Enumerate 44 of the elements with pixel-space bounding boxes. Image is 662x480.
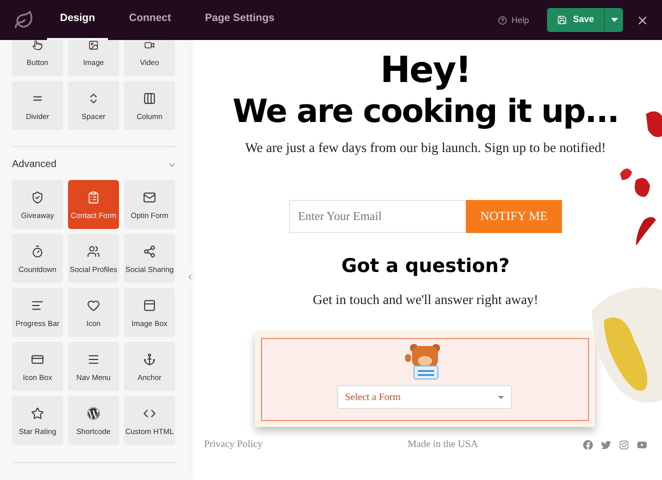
youtube-icon[interactable] (636, 440, 647, 450)
block-icon (87, 244, 100, 258)
block-icon (143, 92, 156, 104)
facebook-icon[interactable] (582, 440, 593, 450)
logo-icon (14, 10, 34, 30)
nav-tab[interactable]: Connect (116, 0, 184, 40)
section-title: Advanced (12, 158, 56, 172)
block-icon (87, 298, 100, 312)
help-link[interactable]: Help (498, 14, 529, 26)
block-icon (87, 190, 100, 204)
instagram-icon[interactable] (618, 440, 629, 450)
section-heading: Got a question? (341, 254, 510, 280)
block-icon (31, 190, 44, 204)
block-icon (143, 244, 156, 258)
save-icon (556, 15, 567, 25)
save-button[interactable]: Save (546, 8, 604, 32)
block-icon (143, 352, 156, 366)
headline: We are cooking it up... (232, 91, 618, 131)
email-field[interactable]: Enter Your Email (289, 200, 466, 234)
chevron-icon (186, 273, 194, 281)
block-icon (31, 406, 44, 420)
close-icon[interactable] (636, 14, 649, 26)
caret-icon (610, 18, 618, 22)
help-icon (498, 16, 508, 24)
headline: Hey! (380, 51, 471, 91)
footer-text: Made in the USA (408, 438, 478, 452)
nav-tab[interactable]: Page Settings (192, 0, 288, 40)
block-icon (31, 352, 44, 366)
block-icon (87, 406, 100, 420)
block-icon (31, 298, 44, 312)
block-icon (31, 244, 44, 258)
block-icon (143, 190, 156, 204)
block-icon (143, 406, 156, 420)
form-select[interactable]: Select a Form (337, 385, 512, 409)
caret-icon (498, 396, 504, 398)
block-icon (87, 40, 100, 50)
question-text: Get in touch and we'll answer right away! (312, 290, 538, 309)
block-icon (143, 40, 156, 50)
privacy-link[interactable]: Privacy Policy (204, 437, 263, 452)
subtitle: We are just a few days from our big launch. Sign up to be notified! (245, 139, 606, 157)
block-icon (87, 352, 100, 366)
block-icon (143, 298, 156, 312)
twitter-icon[interactable] (600, 440, 611, 450)
block-icon (31, 40, 44, 50)
